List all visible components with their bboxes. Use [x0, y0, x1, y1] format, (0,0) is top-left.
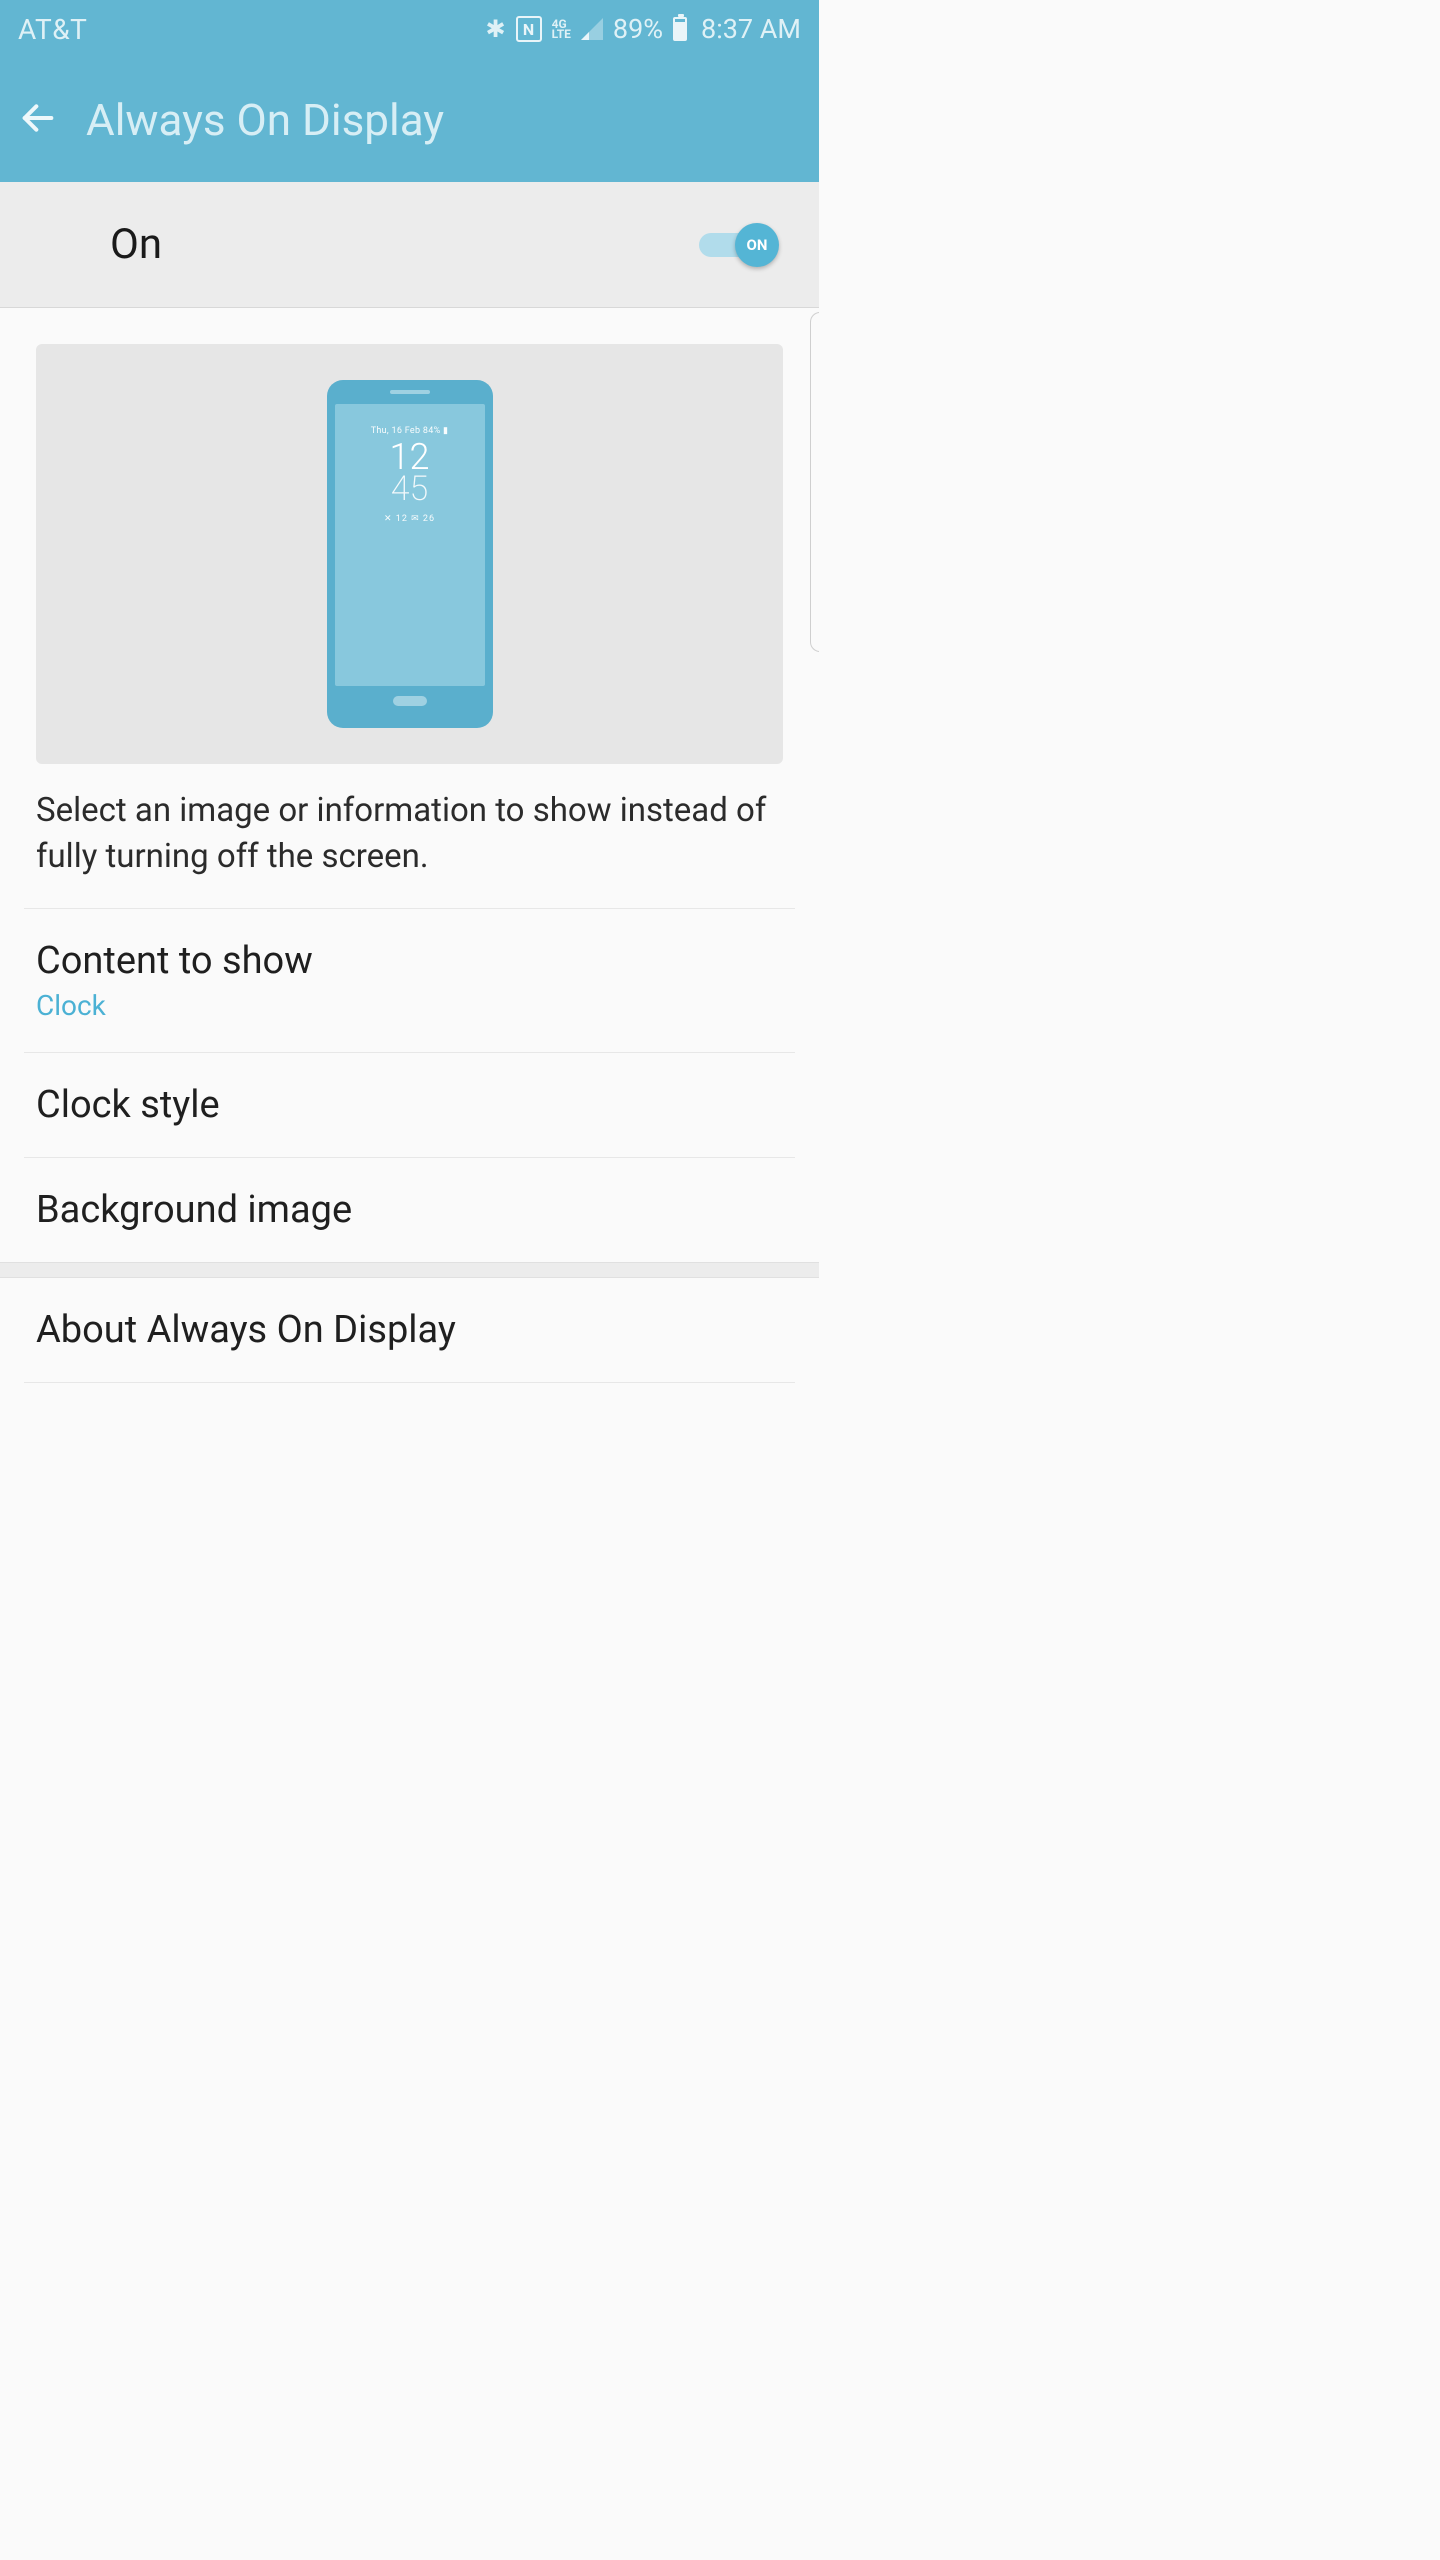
master-toggle-label: On — [110, 220, 162, 269]
item-content-to-show[interactable]: Content to show Clock — [0, 909, 819, 1052]
clock-label: 8:37 AM — [701, 13, 801, 45]
content-area: Thu, 16 Feb 84% ▮ 12 45 ✕ 12 ✉ 26 Select… — [0, 344, 819, 1383]
battery-icon — [673, 17, 687, 41]
section-gap — [0, 1262, 819, 1278]
network-icon: 4GLTE — [552, 19, 571, 39]
signal-icon — [581, 18, 603, 40]
status-right: ✱ N 4GLTE 89% 8:37 AM — [485, 13, 801, 45]
preview-notif: ✕ 12 ✉ 26 — [335, 514, 485, 524]
item-background-image[interactable]: Background image — [0, 1158, 819, 1262]
item-title: About Always On Display — [36, 1308, 783, 1352]
carrier-label: AT&T — [18, 13, 87, 46]
scrollbar[interactable] — [810, 312, 819, 652]
app-bar: Always On Display — [0, 58, 819, 182]
item-subtitle: Clock — [36, 989, 783, 1022]
bluetooth-icon: ✱ — [485, 15, 505, 43]
item-title: Content to show — [36, 939, 783, 983]
page-title: Always On Display — [86, 94, 444, 146]
divider — [24, 1382, 795, 1383]
item-title: Background image — [36, 1188, 783, 1232]
master-toggle[interactable]: ON — [693, 223, 779, 267]
description-text: Select an image or information to show i… — [0, 788, 819, 908]
item-about[interactable]: About Always On Display — [0, 1278, 819, 1382]
master-toggle-row[interactable]: On ON — [0, 182, 819, 308]
item-title: Clock style — [36, 1083, 783, 1127]
phone-mock-icon: Thu, 16 Feb 84% ▮ 12 45 ✕ 12 ✉ 26 — [327, 380, 493, 728]
back-icon[interactable] — [18, 98, 58, 142]
preview-minute: 45 — [335, 474, 485, 504]
item-clock-style[interactable]: Clock style — [0, 1053, 819, 1157]
preview-date: Thu, 16 Feb 84% ▮ — [335, 426, 485, 436]
toggle-thumb: ON — [735, 223, 779, 267]
status-bar: AT&T ✱ N 4GLTE 89% 8:37 AM — [0, 0, 819, 58]
battery-percent: 89% — [613, 13, 663, 45]
preview-card: Thu, 16 Feb 84% ▮ 12 45 ✕ 12 ✉ 26 — [36, 344, 783, 764]
nfc-icon: N — [516, 16, 542, 42]
